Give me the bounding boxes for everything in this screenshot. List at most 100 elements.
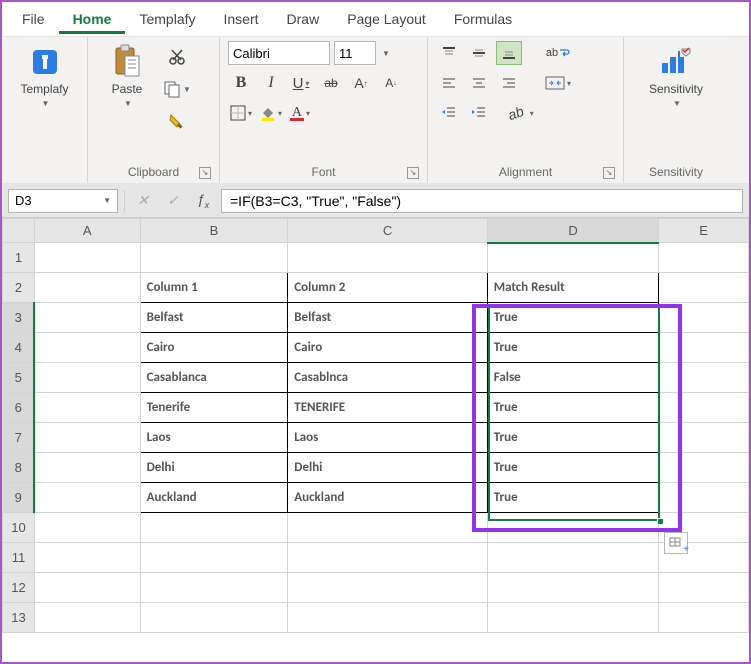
sensitivity-group-label: Sensitivity [649, 165, 703, 179]
decrease-font-button[interactable]: A↓ [378, 71, 404, 95]
table-header-col2[interactable]: Column 2 [288, 273, 487, 303]
row-header-2[interactable]: 2 [3, 273, 35, 303]
merge-icon [545, 76, 565, 90]
row-header-5[interactable]: 5 [3, 363, 35, 393]
decrease-indent-icon [441, 105, 457, 121]
col-header-A[interactable]: A [34, 219, 140, 243]
cell-B9[interactable]: Auckland [140, 483, 288, 513]
namebox-dropdown-icon: ▼ [103, 196, 111, 205]
orientation-button[interactable]: ab▾ [508, 101, 534, 125]
strikethrough-button[interactable]: ab [318, 71, 344, 95]
cell-C9[interactable]: Auckland [288, 483, 487, 513]
align-bottom-button[interactable] [496, 41, 522, 65]
format-painter-button[interactable] [164, 109, 190, 133]
templafy-button[interactable]: Templafy▼ [14, 41, 76, 113]
cell-C7[interactable]: Laos [288, 423, 487, 453]
increase-indent-button[interactable] [466, 101, 492, 125]
menu-page-layout[interactable]: Page Layout [333, 5, 440, 33]
clipboard-dialog-launcher[interactable]: ↘ [199, 167, 211, 179]
font-color-button[interactable]: A▾ [288, 101, 314, 125]
row-header-3[interactable]: 3 [3, 303, 35, 333]
clipboard-group-label: Clipboard [128, 165, 179, 179]
menu-draw[interactable]: Draw [273, 5, 334, 33]
paste-button[interactable]: Paste▼ [96, 41, 158, 113]
cell-D9[interactable]: True [487, 483, 659, 513]
insert-function-button[interactable]: ƒx [191, 189, 215, 213]
col-header-E[interactable]: E [659, 219, 749, 243]
menu-formulas[interactable]: Formulas [440, 5, 526, 33]
align-right-button[interactable] [496, 71, 522, 95]
cell-D5[interactable]: False [487, 363, 659, 393]
cell-D4[interactable]: True [487, 333, 659, 363]
cell-B5[interactable]: Casablanca [140, 363, 288, 393]
increase-font-button[interactable]: A↑ [348, 71, 374, 95]
sensitivity-icon [659, 45, 693, 79]
cell-C3[interactable]: Belfast [288, 303, 487, 333]
row-header-11[interactable]: 11 [3, 543, 35, 573]
borders-button[interactable]: ▾ [228, 101, 254, 125]
align-left-icon [441, 75, 457, 91]
cell-C8[interactable]: Delhi [288, 453, 487, 483]
table-header-col1[interactable]: Column 1 [140, 273, 288, 303]
cell-B8[interactable]: Delhi [140, 453, 288, 483]
row-header-10[interactable]: 10 [3, 513, 35, 543]
spreadsheet-grid[interactable]: A B C D E 1 2 Column 1 Column 2 Match Re… [2, 218, 749, 633]
cell-D3[interactable]: True [487, 303, 659, 333]
col-header-B[interactable]: B [140, 219, 288, 243]
menu-templafy[interactable]: Templafy [125, 5, 209, 33]
font-size-combo[interactable] [334, 41, 376, 65]
menu-insert[interactable]: Insert [210, 5, 273, 33]
decrease-indent-button[interactable] [436, 101, 462, 125]
menu-home[interactable]: Home [59, 5, 126, 34]
enter-formula-button[interactable]: ✓ [161, 189, 185, 213]
font-size-dropdown-icon[interactable]: ▼ [382, 49, 390, 58]
row-header-4[interactable]: 4 [3, 333, 35, 363]
row-header-1[interactable]: 1 [3, 243, 35, 273]
underline-button[interactable]: U▾ [288, 71, 314, 95]
row-header-12[interactable]: 12 [3, 573, 35, 603]
cell-B3[interactable]: Belfast [140, 303, 288, 333]
formula-input[interactable]: =IF(B3=C3, "True", "False") [221, 189, 743, 213]
select-all-corner[interactable] [3, 219, 35, 243]
fill-color-button[interactable]: ▾ [258, 101, 284, 125]
cancel-formula-button[interactable]: ✕ [131, 189, 155, 213]
cell-B7[interactable]: Laos [140, 423, 288, 453]
row-header-9[interactable]: 9 [3, 483, 35, 513]
align-left-button[interactable] [436, 71, 462, 95]
cell-B4[interactable]: Cairo [140, 333, 288, 363]
align-top-button[interactable] [436, 41, 462, 65]
cell-D7[interactable]: True [487, 423, 659, 453]
cell-C4[interactable]: Cairo [288, 333, 487, 363]
cell-reference: D3 [15, 193, 32, 208]
col-header-D[interactable]: D [487, 219, 659, 243]
align-right-icon [501, 75, 517, 91]
merge-center-button[interactable]: ▾ [538, 71, 578, 95]
row-header-13[interactable]: 13 [3, 603, 35, 633]
bold-button[interactable]: B [228, 71, 254, 95]
cell-C5[interactable]: Casablnca [288, 363, 487, 393]
wrap-text-button[interactable]: ab [538, 41, 578, 65]
font-name-combo[interactable] [228, 41, 330, 65]
font-dialog-launcher[interactable]: ↘ [407, 167, 419, 179]
table-header-match[interactable]: Match Result [487, 273, 659, 303]
fill-handle[interactable] [657, 518, 664, 525]
alignment-dialog-launcher[interactable]: ↘ [603, 167, 615, 179]
cell-D6[interactable]: True [487, 393, 659, 423]
autofill-options-button[interactable]: + [664, 532, 688, 554]
cell-D8[interactable]: True [487, 453, 659, 483]
menu-file[interactable]: File [8, 5, 59, 33]
italic-button[interactable]: I [258, 71, 284, 95]
col-header-C[interactable]: C [288, 219, 487, 243]
row-header-6[interactable]: 6 [3, 393, 35, 423]
copy-button[interactable]: ▼ [164, 77, 190, 101]
cut-button[interactable] [164, 45, 190, 69]
copy-icon [163, 80, 181, 98]
row-header-8[interactable]: 8 [3, 453, 35, 483]
align-center-button[interactable] [466, 71, 492, 95]
cell-B6[interactable]: Tenerife [140, 393, 288, 423]
row-header-7[interactable]: 7 [3, 423, 35, 453]
align-middle-button[interactable] [466, 41, 492, 65]
sensitivity-button[interactable]: Sensitivity▼ [643, 41, 709, 113]
cell-C6[interactable]: TENERIFE [288, 393, 487, 423]
name-box[interactable]: D3 ▼ [8, 189, 118, 213]
